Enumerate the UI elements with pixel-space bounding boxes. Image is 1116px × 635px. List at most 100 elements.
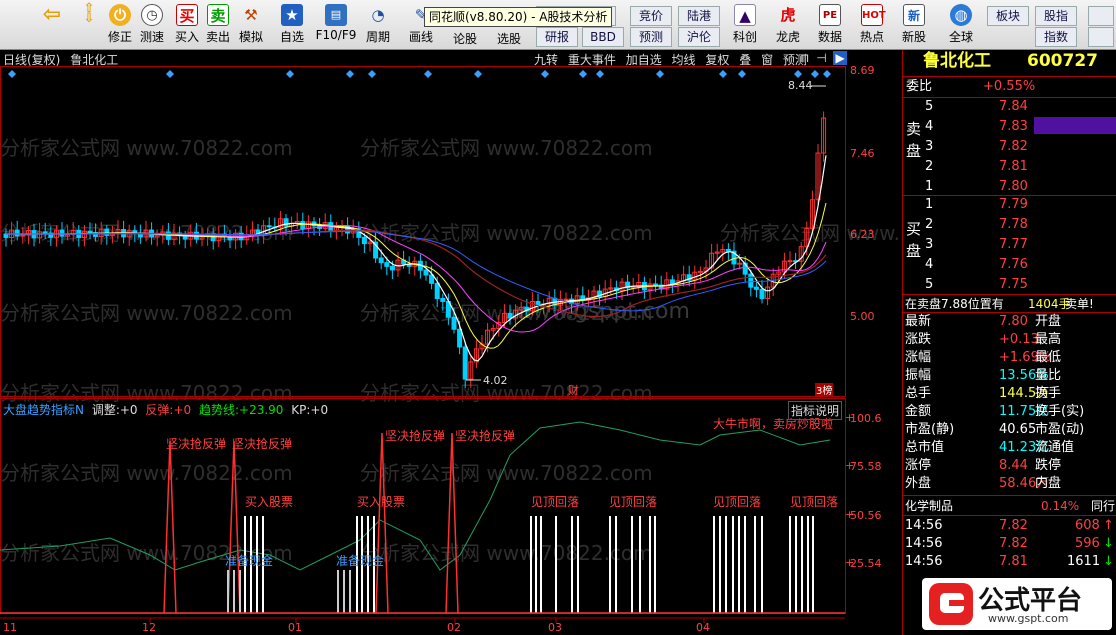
new-stock-button[interactable]: 新 新股 bbox=[896, 2, 932, 48]
pin-icon[interactable]: ⊣ bbox=[816, 51, 826, 65]
stat-row[interactable]: 涨幅 +1.69% 最低 bbox=[903, 349, 1116, 367]
rebound-signal: 坚决抢反弹 bbox=[232, 436, 292, 451]
forecast-tab-label: 预测 bbox=[638, 30, 663, 44]
f10-button[interactable]: ▤ F10/F9 bbox=[314, 2, 358, 48]
sector-tab-label: 板块 bbox=[995, 9, 1020, 23]
watermark-text: 分析家公式网 www.70822.com bbox=[0, 461, 293, 485]
bid-row[interactable]: 3 7.77 bbox=[903, 236, 1116, 254]
hotspot-button[interactable]: HOT 热点 bbox=[854, 2, 890, 48]
window-button[interactable]: 窗 bbox=[761, 51, 773, 68]
more-tab[interactable] bbox=[1088, 6, 1114, 26]
month-label: 04 bbox=[696, 621, 710, 634]
research-tab[interactable]: 研报 bbox=[536, 27, 578, 47]
candle-body bbox=[451, 316, 457, 330]
ind-tick-label: 75.58 bbox=[850, 460, 882, 473]
period-label[interactable]: 日线(复权) bbox=[3, 53, 60, 67]
scroll-button[interactable]: ⇧ ⇩ bbox=[75, 2, 103, 48]
period-button[interactable]: ◔ 周期 bbox=[360, 2, 396, 48]
big-order-notice[interactable]: 在卖盘7.88位置有 1404手 卖单! bbox=[903, 295, 1116, 313]
bid-row[interactable]: 2 7.78 bbox=[903, 216, 1116, 234]
ask-price: 7.83 bbox=[999, 119, 1028, 134]
hk-connect-tab[interactable]: 陆港 bbox=[678, 6, 720, 26]
candle-body bbox=[737, 262, 743, 265]
bid-row[interactable]: 4 7.76 bbox=[903, 256, 1116, 274]
ask-row[interactable]: 1 7.80 bbox=[903, 178, 1116, 196]
hot-icon: HOT bbox=[861, 4, 886, 26]
sell-label: 卖出 bbox=[205, 30, 230, 44]
bid-row[interactable]: 5 7.75 bbox=[903, 276, 1116, 294]
data-button[interactable]: PE 数据 bbox=[812, 2, 848, 48]
stat-row[interactable]: 金额 11.75亿 换手(实) bbox=[903, 403, 1116, 421]
stock-name: 鲁北化工 bbox=[923, 51, 991, 71]
tick-row[interactable]: 14:56 7.81 1611 ↓ bbox=[903, 553, 1116, 571]
speed-test-button[interactable]: ◷ 测速 bbox=[136, 2, 168, 48]
major-events-button[interactable]: 重大事件 bbox=[568, 51, 616, 68]
indicator-help-button[interactable]: 指标说明 bbox=[788, 401, 843, 420]
bid-level: 4 bbox=[925, 257, 934, 272]
index-tab[interactable]: 指数 bbox=[1035, 27, 1077, 47]
stock-index-tab-label: 股指 bbox=[1043, 9, 1068, 23]
candle-body bbox=[361, 236, 367, 245]
stat-row[interactable]: 涨停 8.44 跌停 bbox=[903, 457, 1116, 475]
bbd-tab[interactable]: BBD bbox=[582, 27, 624, 47]
tick-volume: 596 bbox=[1075, 536, 1100, 551]
month-label: 12 bbox=[142, 621, 156, 634]
stat-row[interactable]: 外盘 58.46万 内盘 bbox=[903, 475, 1116, 493]
simulate-button[interactable]: ⚒ 模拟 bbox=[235, 2, 267, 48]
stat-row[interactable]: 总市值 41.23亿 流通值 bbox=[903, 439, 1116, 457]
event-diamond bbox=[541, 70, 549, 78]
bid-level: 3 bbox=[925, 237, 934, 252]
shanghai-london-tab[interactable]: 沪伦 bbox=[678, 27, 720, 47]
lock-icon[interactable]: ⊓ bbox=[800, 51, 809, 65]
candle-body bbox=[378, 257, 384, 264]
watermark-text: 分析家公式网 www.70822.com bbox=[720, 221, 902, 245]
f10-label: F10/F9 bbox=[315, 28, 357, 42]
ask-row[interactable]: 2 7.81 bbox=[903, 158, 1116, 176]
sell-button[interactable]: 卖 卖出 bbox=[203, 2, 233, 48]
ask-row[interactable]: 5 7.84 bbox=[903, 98, 1116, 116]
tick-row[interactable]: 14:56 7.82 608 ↑ bbox=[903, 517, 1116, 535]
auction-tab[interactable]: 竞价 bbox=[630, 6, 672, 26]
stat-row[interactable]: 最新 7.80 开盘 bbox=[903, 313, 1116, 331]
forecast-tab[interactable]: 预测 bbox=[630, 27, 672, 47]
bid-row[interactable]: 1 7.79 bbox=[903, 196, 1116, 214]
adjust-button[interactable]: 复权 bbox=[705, 51, 729, 68]
fix-button[interactable]: ⏻ 修正 bbox=[104, 2, 136, 48]
sector-tab[interactable]: 板块 bbox=[987, 6, 1029, 26]
next-icon[interactable]: ▶ bbox=[833, 51, 847, 65]
stat-row[interactable]: 振幅 13.56% 量比 bbox=[903, 367, 1116, 385]
stock-index-tab[interactable]: 股指 bbox=[1035, 6, 1077, 26]
chart-area[interactable]: 分析家公式网 www.70822.com 分析家公式网 www.70822.co… bbox=[0, 50, 902, 635]
buy-button[interactable]: 买 买入 bbox=[172, 2, 202, 48]
nine-turn-button[interactable]: 九转 bbox=[534, 51, 558, 68]
watchlist-label: 自选 bbox=[279, 30, 304, 44]
more-tab-2[interactable] bbox=[1088, 27, 1114, 47]
month-label: 02 bbox=[447, 621, 461, 634]
stat-label-right: 内盘 bbox=[1035, 476, 1062, 491]
stat-row[interactable]: 涨跌 +0.13 最高 bbox=[903, 331, 1116, 349]
stat-label: 涨停 bbox=[905, 458, 932, 473]
dragon-tiger-button[interactable]: 虎 龙虎 bbox=[770, 2, 806, 48]
tick-row[interactable]: 14:56 7.82 596 ↓ bbox=[903, 535, 1116, 553]
sector-row[interactable]: 化学制品 0.14% 同行 bbox=[903, 497, 1116, 515]
candle-body bbox=[87, 230, 93, 234]
overlay-button[interactable]: 叠 bbox=[739, 51, 751, 68]
stat-label-right: 流通值 bbox=[1035, 440, 1075, 455]
ma-button[interactable]: 均线 bbox=[672, 51, 696, 68]
stat-row[interactable]: 市盈(静) 40.65 市盈(动) bbox=[903, 421, 1116, 439]
indicator-title[interactable]: 大盘趋势指标N bbox=[3, 403, 84, 417]
dragon-tiger-label: 龙虎 bbox=[775, 30, 800, 44]
add-watchlist-button[interactable]: 加自选 bbox=[626, 51, 662, 68]
ask-row[interactable]: 3 7.82 bbox=[903, 138, 1116, 156]
kechuang-button[interactable]: ▲ 科创 bbox=[727, 2, 763, 48]
back-button[interactable]: ⇦ bbox=[36, 2, 68, 48]
param-label: 调整: bbox=[91, 403, 120, 417]
watchlist-button[interactable]: ★ 自选 bbox=[275, 2, 309, 48]
event-diamond bbox=[811, 70, 819, 78]
candle-body bbox=[753, 286, 759, 290]
global-button[interactable]: ◍ 全球 bbox=[942, 2, 980, 48]
buy-label: 买入 bbox=[174, 30, 199, 44]
stat-row[interactable]: 总手 144.5万 换手 bbox=[903, 385, 1116, 403]
stat-label: 涨幅 bbox=[905, 350, 932, 365]
chart-toolbar: 九转 重大事件 加自选 均线 复权 叠 窗 预测 bbox=[534, 51, 813, 68]
